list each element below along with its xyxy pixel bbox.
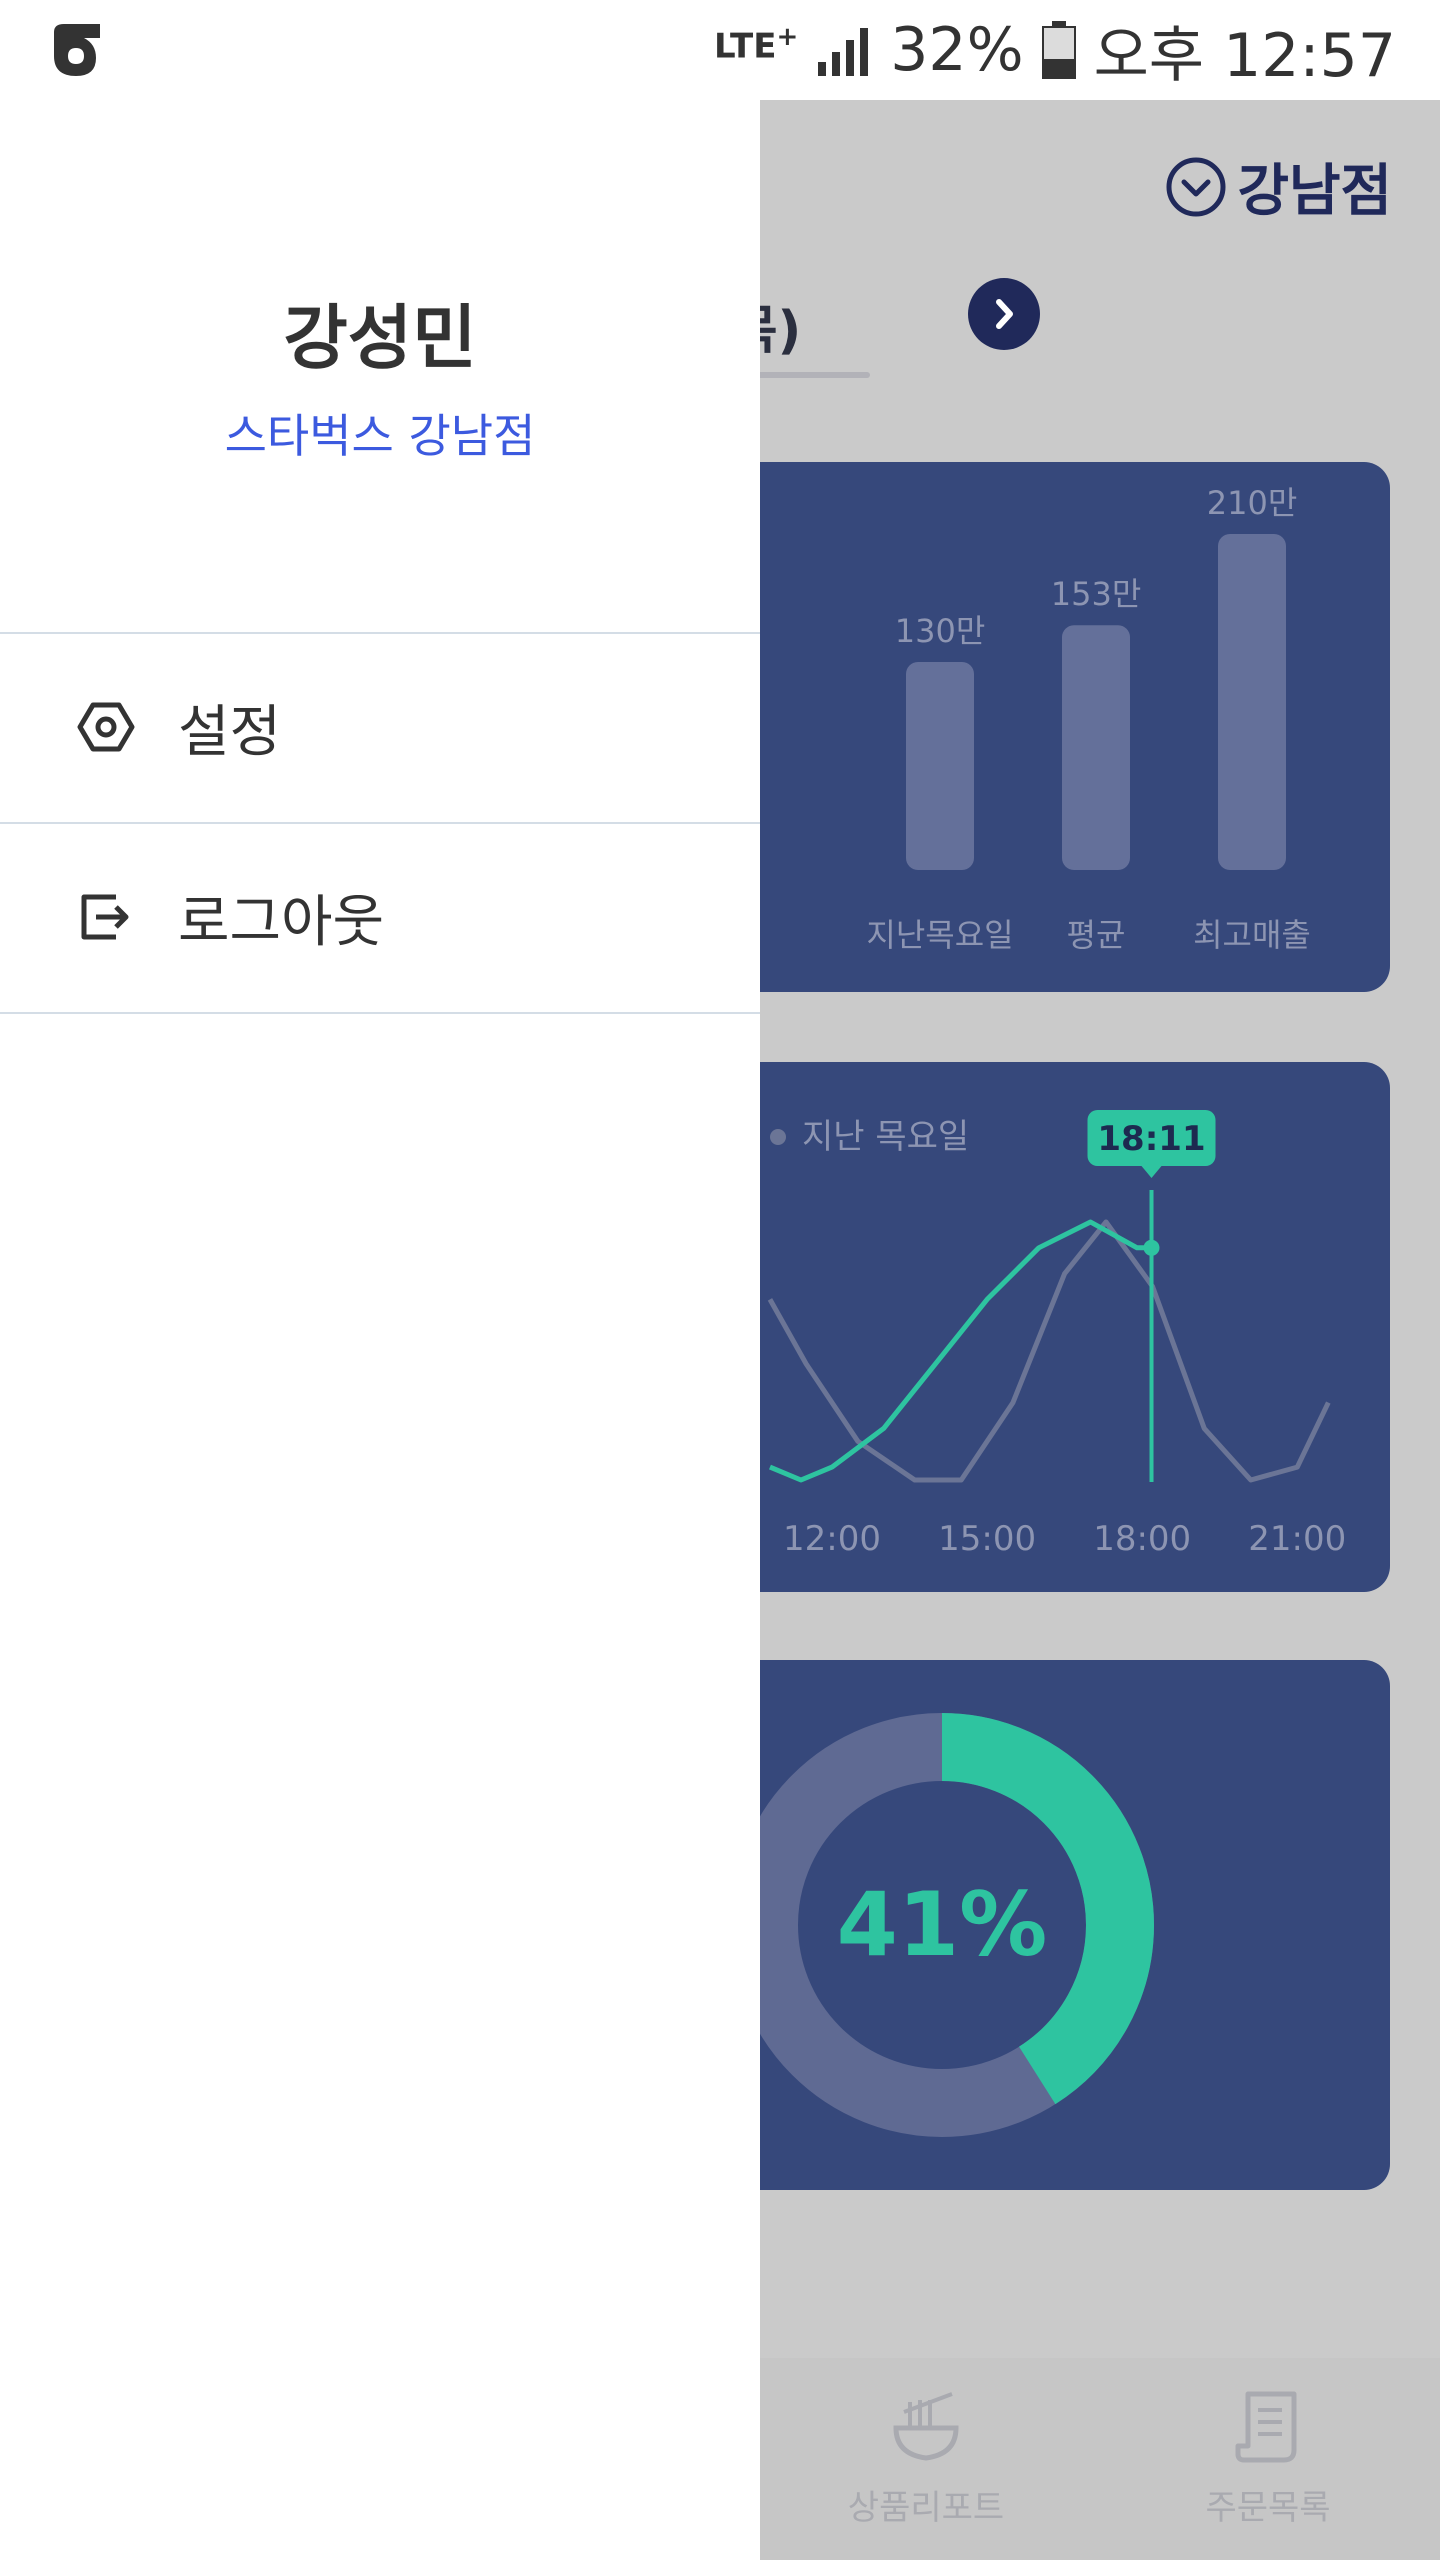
clock: 오후 12:57: [1093, 20, 1396, 91]
receipt-icon: [1235, 2391, 1297, 2463]
bar-category-label: 평균: [1067, 916, 1126, 954]
next-date-button[interactable]: [968, 278, 1040, 350]
legend-dot: [770, 1129, 786, 1145]
menu-item-logout-label: 로그아웃: [178, 889, 385, 955]
user-store-name: 스타벅스 강남점: [224, 409, 536, 463]
carrier-logo-icon: [54, 24, 100, 76]
chevron-down-circle-icon: [1166, 157, 1226, 216]
bar-category-label: 지난목요일: [866, 916, 1013, 954]
divider: [0, 1012, 760, 1014]
bar-value-label: 210만: [1207, 484, 1298, 522]
line-chart: 지난 목요일 18:11 12:00 15:00 18:00 21:00: [767, 1110, 1346, 1559]
logout-icon: [81, 894, 129, 940]
menu-item-logout[interactable]: 로그아웃: [0, 824, 760, 1010]
tooltip-pointer: [1141, 1166, 1162, 1178]
nav-product-report[interactable]: 상품리포트: [816, 2388, 1036, 2529]
bar-value-label: 153만: [1051, 575, 1142, 613]
noodle-bowl-icon: [893, 2392, 959, 2461]
legend-label: 지난 목요일: [802, 1117, 969, 1157]
nav-order-list-label: 주문목록: [1205, 2488, 1331, 2528]
donut-chart: 41%: [730, 1713, 1154, 2137]
tooltip-label: 18:11: [1097, 1119, 1205, 1159]
bar-chart: 20만어제130만지난목요일153만평균210만최고매출: [700, 484, 1311, 954]
time-marker-dot: [1143, 1239, 1160, 1256]
settings-icon: [77, 702, 135, 752]
donut-center-label: 41%: [837, 1873, 1048, 1976]
x-tick-label: 15:00: [938, 1519, 1036, 1559]
store-selector[interactable]: 강남점: [1165, 146, 1392, 227]
bar-category-label: 최고매출: [1193, 916, 1311, 954]
series-line: [767, 1219, 1331, 1483]
x-tick-label: 18:00: [1093, 1519, 1191, 1559]
status-bar: LTE+ 32% 오후 12:57: [0, 0, 1440, 100]
battery-percent: 32%: [890, 15, 1024, 85]
achievement-card: 41%: [700, 1660, 1390, 2190]
battery-icon: [1041, 21, 1076, 79]
nav-order-list[interactable]: 주문목록: [1158, 2388, 1378, 2529]
nav-product-report-label: 상품리포트: [847, 2488, 1005, 2528]
hourly-sales-card: 지난 목요일 18:11 12:00 15:00 18:00 21:00: [700, 1062, 1390, 1592]
user-name: 강성민: [283, 297, 477, 379]
bar: [1218, 534, 1286, 870]
store-selector-label: 강남점: [1237, 159, 1392, 224]
menu-item-settings-label: 설정: [178, 699, 282, 765]
network-type: LTE+: [713, 22, 799, 67]
signal-icon: [818, 28, 869, 76]
bar: [906, 662, 974, 870]
x-tick-label: 21:00: [1248, 1519, 1346, 1559]
sales-comparison-card: 20만어제130만지난목요일153만평균210만최고매출: [700, 462, 1390, 992]
x-tick-label: 12:00: [783, 1519, 881, 1559]
menu-item-settings[interactable]: 설정: [0, 634, 760, 820]
series-line: [769, 1219, 1153, 1483]
bar: [1062, 625, 1130, 870]
bar-value-label: 130만: [895, 612, 986, 650]
navigation-drawer: 강성민 스타벅스 강남점 설정 로그아웃: [0, 100, 760, 2560]
